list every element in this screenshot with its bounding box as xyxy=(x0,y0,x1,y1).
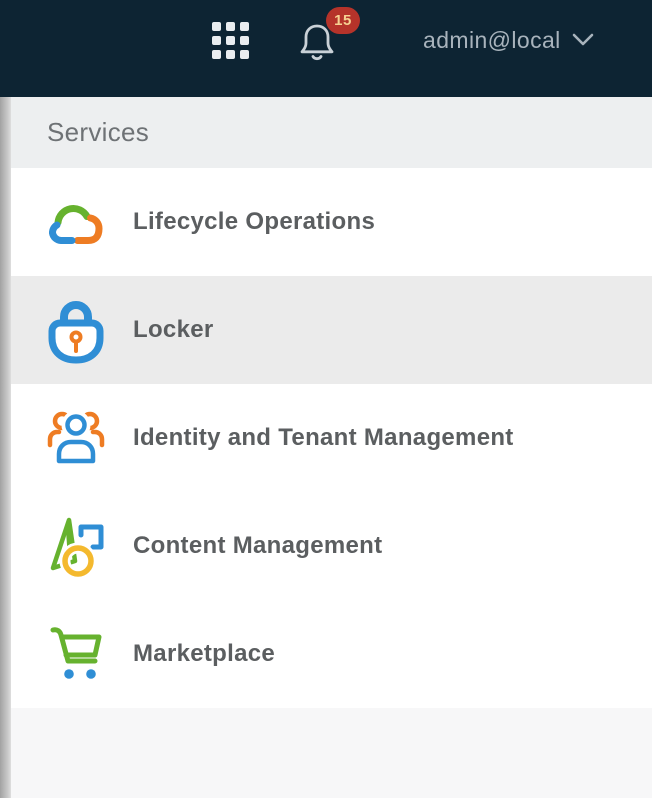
top-navbar: 15 admin@local xyxy=(0,0,652,97)
dropdown-footer xyxy=(11,708,652,798)
notification-badge: 15 xyxy=(326,7,360,34)
user-menu[interactable]: admin@local xyxy=(423,24,594,56)
app-switcher-button[interactable] xyxy=(212,22,250,60)
services-dropdown: Services Lifecycle Operations xyxy=(11,97,652,798)
locker-icon xyxy=(45,296,107,364)
chevron-down-icon xyxy=(572,33,594,47)
service-item-identity-tenant-management[interactable]: Identity and Tenant Management xyxy=(11,384,652,492)
panel-edge-shadow xyxy=(0,97,11,798)
service-item-label: Identity and Tenant Management xyxy=(133,424,514,452)
service-item-label: Lifecycle Operations xyxy=(133,208,375,236)
service-item-label: Content Management xyxy=(133,532,382,560)
service-item-marketplace[interactable]: Marketplace xyxy=(11,600,652,708)
marketplace-icon xyxy=(45,620,107,688)
identity-tenant-management-icon xyxy=(45,404,107,472)
content-management-icon xyxy=(45,512,107,580)
notifications-button[interactable]: 15 xyxy=(291,14,343,70)
service-item-content-management[interactable]: Content Management xyxy=(11,492,652,600)
lifecycle-operations-icon xyxy=(45,188,107,256)
user-menu-label: admin@local xyxy=(423,27,561,54)
grid-icon xyxy=(212,22,221,31)
services-dropdown-title: Services xyxy=(11,97,652,168)
service-item-label: Marketplace xyxy=(133,640,275,668)
services-menu: Lifecycle Operations Locker xyxy=(11,168,652,708)
service-item-label: Locker xyxy=(133,316,214,344)
service-item-locker[interactable]: Locker xyxy=(11,276,652,384)
screen: 15 admin@local Services xyxy=(0,0,652,798)
service-item-lifecycle-operations[interactable]: Lifecycle Operations xyxy=(11,168,652,276)
